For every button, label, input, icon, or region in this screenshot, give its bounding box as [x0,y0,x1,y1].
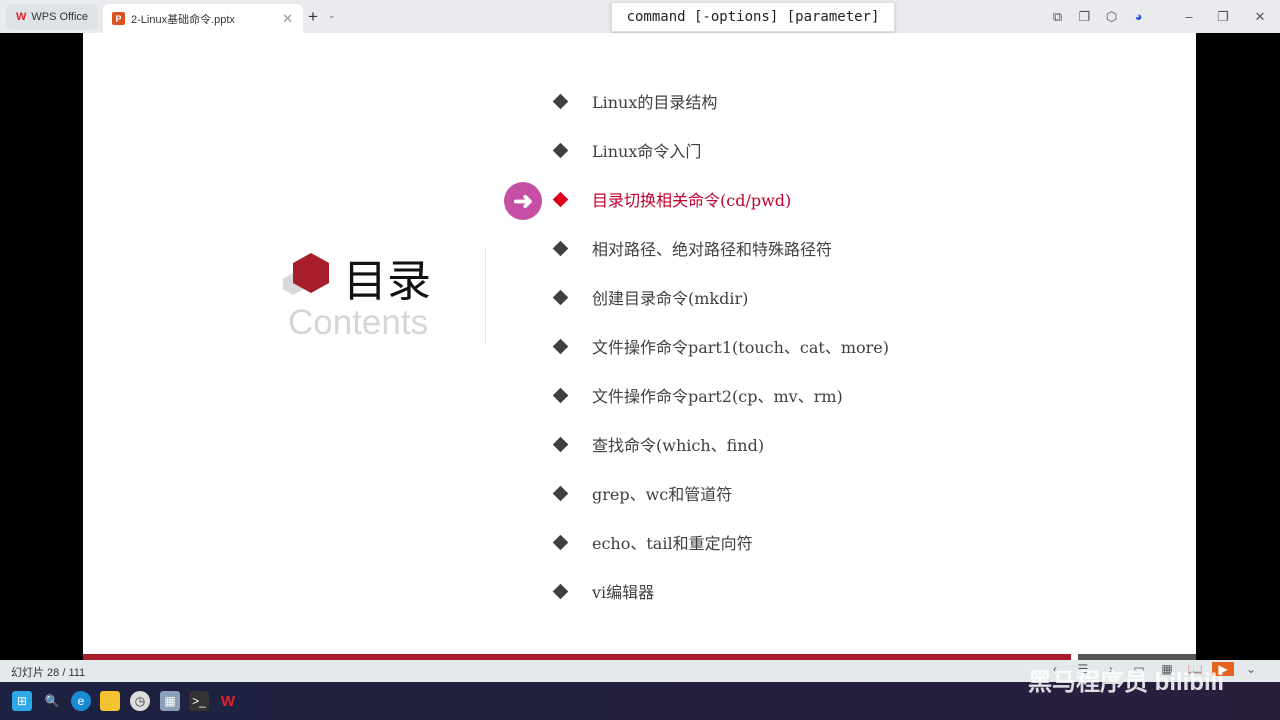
toc-item[interactable]: 相对路径、绝对路径和特殊路径符 [552,236,832,260]
tooltip: command [-options] [parameter] [611,2,895,32]
toc-item-label: 创建目录命令(mkdir) [592,289,749,308]
diamond-bullet-icon [552,387,569,403]
toc-item-label: echo、tail和重定向符 [592,534,753,553]
toc-item-label: 目录切换相关命令(cd/pwd) [592,191,792,210]
diamond-bullet-icon [552,338,569,354]
cube-icon[interactable]: ⬡ [1098,9,1125,25]
divider [485,248,486,344]
wps-logo-icon: W [16,11,27,23]
diamond-bullet-icon [552,93,569,109]
toc-item[interactable]: echo、tail和重定向符 [552,530,753,554]
toc-item-label: 查找命令(which、find) [592,436,765,455]
toc-item-label: 文件操作命令part2(cp、mv、rm) [592,387,843,406]
windows-start-icon[interactable]: ⊞ [12,691,32,711]
tab-label: WPS Office [31,11,89,23]
account-icon[interactable]: ◕ [1125,9,1152,24]
diamond-bullet-icon [552,485,569,501]
arrow-right-icon: ➜ [504,182,542,220]
calculator-icon[interactable]: ▦ [160,691,180,711]
tab-document[interactable]: P 2-Linux基础命令.pptx ✕ [103,4,303,33]
toc-item-label: vi编辑器 [592,583,655,602]
ppt-file-icon: P [112,12,125,25]
slide-subtitle: Contents [288,303,429,342]
toc-item-label: grep、wc和管道符 [592,485,733,504]
search-icon[interactable]: 🔍 [42,691,62,711]
close-tab-icon[interactable]: ✕ [282,11,293,27]
toc-item[interactable]: Linux的目录结构 [552,89,717,113]
toc-item-label: Linux的目录结构 [592,93,718,112]
chevron-down-icon[interactable]: ⌄ [328,10,336,21]
window-icon[interactable]: ❐ [1071,9,1098,25]
toc-item[interactable]: 创建目录命令(mkdir) [552,285,748,309]
diamond-bullet-icon [552,142,569,158]
clock-icon[interactable]: ◷ [130,691,150,711]
toc-item[interactable]: 目录切换相关命令(cd/pwd) [552,187,791,211]
toc-item-label: 文件操作命令part1(touch、cat、more) [592,338,890,357]
toc-item[interactable]: Linux命令入门 [552,138,701,162]
screenshot-icon[interactable]: ⧉ [1044,9,1071,25]
wps-taskbar-icon[interactable]: W [218,691,238,711]
diamond-bullet-icon [552,191,569,207]
diamond-bullet-icon [552,240,569,256]
toc-item-label: Linux命令入门 [592,142,702,161]
slide-title: 目录 [343,256,431,307]
close-icon[interactable]: ✕ [1240,9,1280,25]
terminal-icon[interactable]: >_ [189,691,209,711]
edge-icon[interactable]: e [71,691,91,711]
toc-item[interactable]: 文件操作命令part2(cp、mv、rm) [552,383,843,407]
diamond-bullet-icon [552,289,569,305]
diamond-bullet-icon [552,534,569,550]
tab-wps-office[interactable]: W WPS Office [6,4,98,30]
restore-icon[interactable]: ❐ [1206,9,1240,25]
watermark: 黑马程序员 bilibili [1028,669,1224,696]
toc-item-label: 相对路径、绝对路径和特殊路径符 [592,240,833,259]
new-tab-button[interactable]: + [308,7,318,27]
chevron-down-icon[interactable]: ⌄ [1240,662,1262,676]
slide-counter: 幻灯片 28 / 111 [11,667,86,679]
toc-item[interactable]: 查找命令(which、find) [552,432,764,456]
toc-item[interactable]: 文件操作命令part1(touch、cat、more) [552,334,889,358]
toc-item[interactable]: vi编辑器 [552,579,654,603]
minimize-icon[interactable]: – [1172,9,1206,24]
tab-label: 2-Linux基础命令.pptx [131,13,235,26]
diamond-bullet-icon [552,436,569,452]
toc-item[interactable]: grep、wc和管道符 [552,481,732,505]
diamond-bullet-icon [552,583,569,599]
file-explorer-icon[interactable] [100,691,120,711]
